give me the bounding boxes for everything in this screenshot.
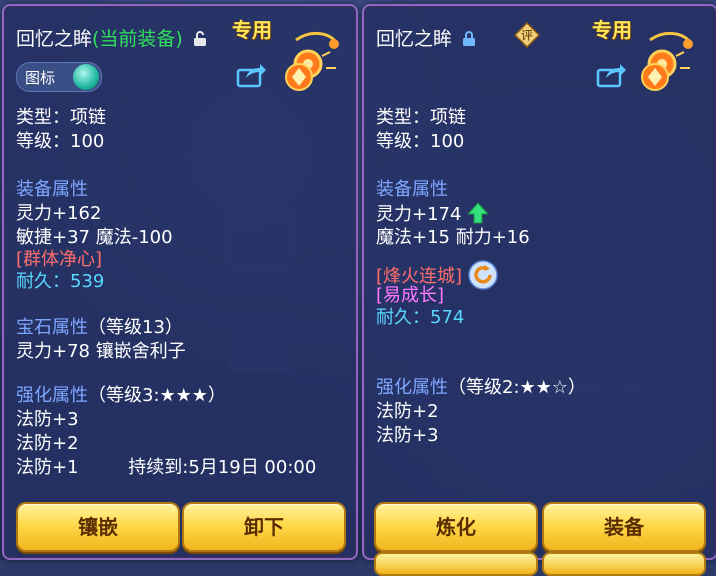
enhance-level: （等级3:★★★） [88,385,226,406]
attr-line-2: 魔法+15 耐力+16 [376,227,530,248]
icon-toggle[interactable]: 图标 [16,62,102,92]
enhance-line-3-value: 法防+1 [16,457,79,478]
equipped-item-tooltip: 回忆之眸(当前装备) 专用 图标 类型：项链 等级：100 装备属性 灵力+16… [2,4,358,560]
enhance-line-3: 法防+1 持续到:5月19日 00:00 [16,456,316,480]
toggle-knob [73,64,99,90]
compare-item-tooltip: 回忆之眸 评 专用 类型：项链 等级：100 装备属性 灵力+174 魔法+15… [362,4,716,576]
equipped-tag: (当前装备) [92,28,183,50]
next-button-edge [542,552,706,576]
arrow-up-icon [467,202,490,224]
attr-line-1: 灵力+162 [16,203,102,224]
gem-attr-header: 宝石属性 [16,317,88,338]
inlay-button[interactable]: 镶嵌 [16,502,180,552]
enhance-attr-header: 强化属性 [376,377,448,398]
gem-socket-icon[interactable] [284,62,314,92]
gem-level: （等级13） [88,317,183,338]
item-title: 回忆之眸(当前装备) [16,24,207,51]
special-tag: 专用 [232,18,272,42]
item-name: 回忆之眸 [16,28,93,50]
item-title: 回忆之眸 [376,24,476,51]
durability: 耐久：574 [376,307,465,328]
item-name: 回忆之眸 [376,28,453,50]
special-effect-2: [易成长] [376,285,445,306]
item-level: 等级：100 [16,131,105,152]
enhance-attr-header: 强化属性 [16,385,88,406]
enhance-line-1: 法防+3 [16,409,79,430]
enhance-line-2: 法防+3 [376,425,439,446]
share-icon[interactable] [596,62,626,88]
gem-socket-icon[interactable] [640,62,670,92]
enhance-attr-row: 强化属性（等级2:★★☆） [376,376,586,400]
svg-text:评: 评 [521,29,533,43]
locked-icon[interactable] [462,31,476,47]
unequip-button[interactable]: 卸下 [182,502,346,552]
gem-attr-line: 灵力+78 镶嵌舍利子 [16,341,186,362]
attr-line-2: 敏捷+37 魔法-100 [16,227,173,248]
special-effect: [群体净心] [16,249,103,270]
share-icon[interactable] [236,62,266,88]
enhance-level: （等级2:★★☆） [448,377,586,398]
item-type: 类型：项链 [376,107,466,128]
next-button-edge [374,552,538,576]
rating-badge-icon[interactable]: 评 [514,22,540,48]
special-tag: 专用 [592,18,632,42]
equip-attr-header: 装备属性 [376,179,448,200]
enhance-duration: 持续到:5月19日 00:00 [128,457,317,478]
refine-button[interactable]: 炼化 [374,502,538,552]
attr-line-1: 灵力+174 [376,202,490,227]
icon-toggle-label: 图标 [25,69,56,87]
unlocked-icon[interactable] [193,31,207,47]
gem-attr-row: 宝石属性（等级13） [16,316,183,340]
enhance-line-1: 法防+2 [376,401,439,422]
enhance-attr-row: 强化属性（等级3:★★★） [16,384,226,408]
enhance-line-2: 法防+2 [16,433,79,454]
item-type: 类型：项链 [16,107,106,128]
durability: 耐久：539 [16,271,105,292]
equip-button[interactable]: 装备 [542,502,706,552]
attr-line-1-value: 灵力+174 [376,204,462,225]
equip-attr-header: 装备属性 [16,179,88,200]
item-level: 等级：100 [376,131,465,152]
refresh-icon[interactable] [468,260,498,290]
